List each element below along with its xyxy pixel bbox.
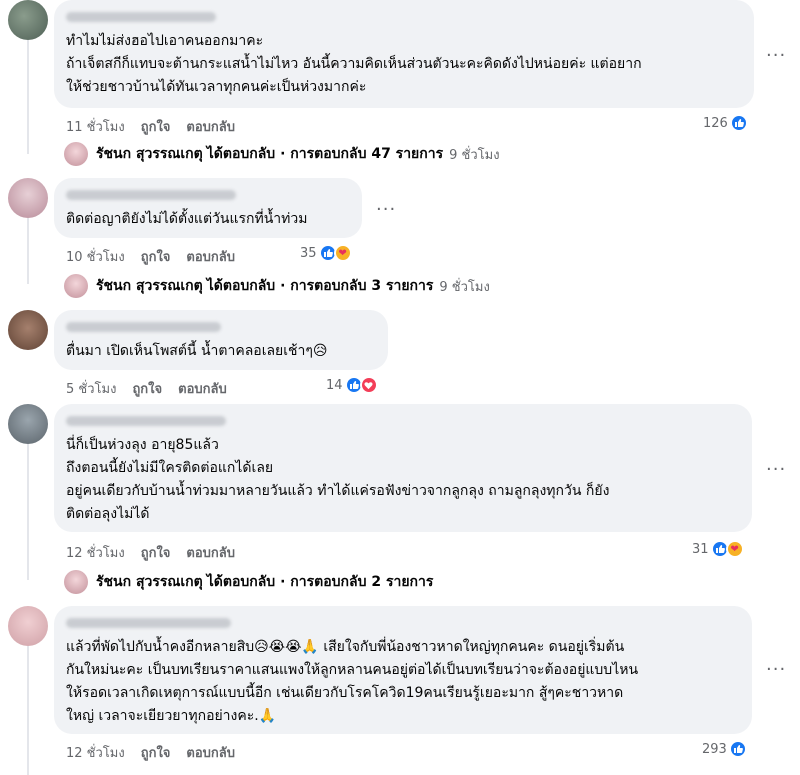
reaction-summary[interactable]: 293 — [702, 740, 747, 758]
like-button[interactable]: ถูกใจ — [141, 542, 171, 563]
view-replies-link[interactable]: รัชนก สุวรรณเกตุ ได้ตอบกลับ · การตอบกลับ… — [64, 142, 500, 166]
commenter-avatar[interactable] — [8, 404, 48, 444]
comment-text-line: ติดต่อลุงไม่ได้ — [66, 506, 150, 522]
comment-author-name[interactable] — [66, 416, 226, 426]
comment-text-line: ติดต่อญาติยังไม่ได้ตั้งแต่วันแรกที่น้ำท่… — [66, 211, 308, 227]
like-button[interactable]: ถูกใจ — [132, 378, 162, 399]
comment-timestamp[interactable]: 12 ชั่วโมง — [66, 742, 125, 763]
comment-timestamp[interactable]: 11 ชั่วโมง — [66, 116, 125, 137]
comment-bubble: ตื่นมา เปิดเห็นโพสต์นี้ น้ำตาคลอเลยเช้าๆ… — [54, 310, 388, 370]
reaction-summary[interactable]: 14 — [326, 376, 378, 394]
reply-button[interactable]: ตอบกลับ — [186, 116, 235, 137]
reply-button[interactable]: ตอบกลับ — [178, 378, 227, 399]
replies-summary: ได้ตอบกลับ · การตอบกลับ 2 รายการ — [206, 574, 434, 590]
replies-summary: ได้ตอบกลับ · การตอบกลับ 3 รายการ — [206, 278, 434, 294]
care-reaction-icon: ❤ — [725, 540, 744, 558]
comment-actions: 12 ชั่วโมง ถูกใจ ตอบกลับ — [66, 542, 235, 563]
like-reaction-icon — [728, 740, 747, 758]
reaction-count: 14 — [326, 377, 343, 393]
comment-actions: 10 ชั่วโมง ถูกใจ ตอบกลับ — [66, 246, 235, 267]
comment-text-line: อยู่คนเดียวกับบ้านน้ำท่วมมาหลายวันแล้ว ท… — [66, 483, 610, 499]
like-reaction-icon — [729, 114, 748, 132]
reaction-count: 293 — [702, 741, 727, 757]
comment-bubble: ทำไมไม่ส่งฮอไปเอาคนออกมาคะ ถ้าเจ็ตสกีก็แ… — [54, 0, 754, 108]
comment-text-line: ถ้าเจ็ตสกีก็แทบจะต้านกระแสน้ำไม่ไหว อันน… — [66, 56, 642, 72]
comment-timestamp[interactable]: 5 ชั่วโมง — [66, 378, 116, 399]
thread-line — [27, 646, 29, 775]
reply-button[interactable]: ตอบกลับ — [186, 246, 235, 267]
commenter-avatar[interactable] — [8, 310, 48, 350]
view-replies-link[interactable]: รัชนก สุวรรณเกตุ ได้ตอบกลับ · การตอบกลับ… — [64, 570, 433, 594]
comment-author-name[interactable] — [66, 12, 216, 22]
comment-text-line: ให้ช่วยชาวบ้านได้ทันเวลาทุกคนค่ะเป็นห่วง… — [66, 79, 367, 95]
replier-name: รัชนก สุวรรณเกตุ — [96, 574, 203, 590]
comment-text-line: นี่ก็เป็นห่วงลุง อายุ85แล้ว — [66, 437, 219, 453]
replier-avatar — [64, 570, 88, 594]
replies-timestamp: 9 ชั่วโมง — [449, 147, 500, 163]
reaction-count: 126 — [703, 115, 728, 131]
replier-name: รัชนก สุวรรณเกตุ — [96, 146, 203, 162]
like-button[interactable]: ถูกใจ — [141, 116, 171, 137]
comment-author-name[interactable] — [66, 618, 231, 628]
reaction-summary[interactable]: 31 ❤ — [692, 540, 744, 558]
commenter-avatar[interactable] — [8, 178, 48, 218]
replies-timestamp: 9 ชั่วโมง — [439, 279, 490, 295]
replier-avatar — [64, 142, 88, 166]
like-button[interactable]: ถูกใจ — [141, 742, 171, 763]
comment-bubble: ติดต่อญาติยังไม่ได้ตั้งแต่วันแรกที่น้ำท่… — [54, 178, 362, 238]
comment-text-line: ทำไมไม่ส่งฮอไปเอาคนออกมาคะ — [66, 33, 264, 49]
comment-more-options-icon[interactable]: ··· — [766, 47, 786, 65]
commenter-avatar[interactable] — [8, 606, 48, 646]
reaction-count: 31 — [692, 541, 709, 557]
reply-button[interactable]: ตอบกลับ — [186, 542, 235, 563]
comment-bubble: แล้วที่พัดไปกับน้ำคงอีกหลายสิบ😥😭😭🙏 เสียใ… — [54, 606, 752, 734]
comment-text-line: ถึงตอนนี้ยังไม่มีใครติดต่อแกได้เลย — [66, 460, 274, 476]
comment-text-line: กันใหม่นะคะ เป็นบทเรียนราคาแสนแพงให้ลูกห… — [66, 662, 639, 678]
replier-avatar — [64, 274, 88, 298]
comment-text-line: ให้รอดเวลาเกิดเหตุการณ์แบบนี้อีก เช่นเดี… — [66, 685, 624, 701]
comment-text-line: ตื่นมา เปิดเห็นโพสต์นี้ น้ำตาคลอเลยเช้าๆ… — [66, 343, 328, 359]
thread-line — [27, 444, 29, 580]
comment-more-options-icon[interactable]: ··· — [376, 201, 396, 219]
commenter-avatar[interactable] — [8, 0, 48, 40]
reaction-summary[interactable]: 126 — [703, 114, 748, 132]
care-reaction-icon: ❤ — [333, 244, 352, 262]
comment-timestamp[interactable]: 10 ชั่วโมง — [66, 246, 125, 267]
love-reaction-icon — [359, 376, 378, 394]
reply-button[interactable]: ตอบกลับ — [186, 742, 235, 763]
comment-author-name[interactable] — [66, 322, 221, 332]
comment-bubble: นี่ก็เป็นห่วงลุง อายุ85แล้ว ถึงตอนนี้ยัง… — [54, 404, 752, 532]
reaction-summary[interactable]: 35 ❤ — [300, 244, 352, 262]
thread-line — [27, 40, 29, 154]
comment-actions: 11 ชั่วโมง ถูกใจ ตอบกลับ — [66, 116, 235, 137]
reaction-count: 35 — [300, 245, 317, 261]
comment-actions: 12 ชั่วโมง ถูกใจ ตอบกลับ — [66, 742, 235, 763]
replies-summary: ได้ตอบกลับ · การตอบกลับ 47 รายการ — [206, 146, 444, 162]
like-button[interactable]: ถูกใจ — [141, 246, 171, 267]
comment-actions: 5 ชั่วโมง ถูกใจ ตอบกลับ — [66, 378, 227, 399]
view-replies-link[interactable]: รัชนก สุวรรณเกตุ ได้ตอบกลับ · การตอบกลับ… — [64, 274, 490, 298]
comment-text-line: ใหญ่ เวลาจะเยียวยาทุกอย่างคะ.🙏 — [66, 708, 277, 724]
comment-more-options-icon[interactable]: ··· — [766, 661, 786, 679]
replier-name: รัชนก สุวรรณเกตุ — [96, 278, 203, 294]
comment-author-name[interactable] — [66, 190, 236, 200]
thread-line — [27, 218, 29, 284]
comment-text-line: แล้วที่พัดไปกับน้ำคงอีกหลายสิบ😥😭😭🙏 เสียใ… — [66, 639, 625, 655]
comment-timestamp[interactable]: 12 ชั่วโมง — [66, 542, 125, 563]
comment-more-options-icon[interactable]: ··· — [766, 461, 786, 479]
